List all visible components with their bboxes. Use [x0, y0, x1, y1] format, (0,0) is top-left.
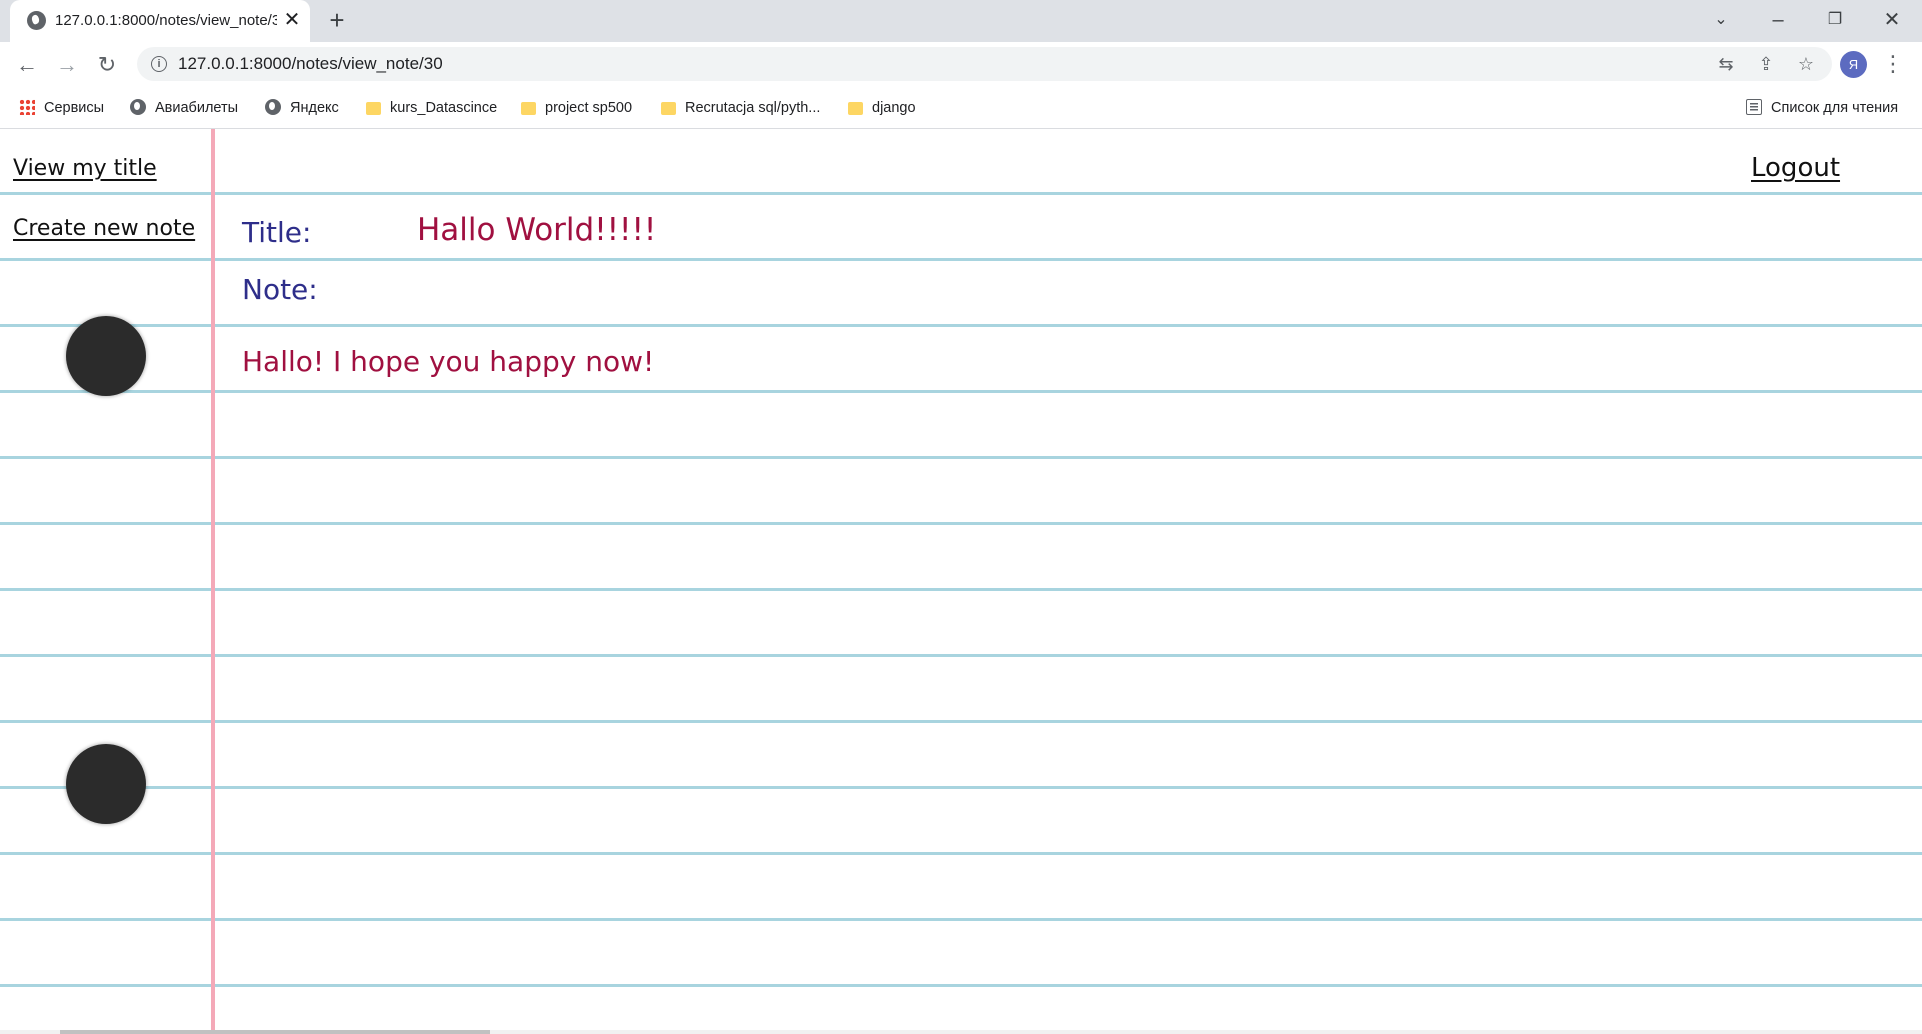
close-window-icon[interactable]: ✕ [1872, 6, 1912, 34]
bookmarks-bar: Сервисы Авиабилеты Яндекс kurs_Datascinc… [0, 87, 1922, 129]
create-new-note-link[interactable]: Create new note [13, 216, 195, 241]
bookmark-yandex[interactable]: Яндекс [265, 97, 339, 119]
bookmark-label: kurs_Datascince [390, 100, 498, 116]
horizontal-scrollbar[interactable] [0, 1030, 1922, 1034]
address-bar[interactable]: i 127.0.0.1:8000/notes/view_note/30 ⇆ ⇪ … [137, 47, 1832, 81]
view-my-title-link[interactable]: View my title [13, 156, 157, 181]
reading-list-label: Список для чтения [1771, 100, 1899, 116]
folder-icon [848, 102, 863, 115]
bookmark-label: Авиабилеты [155, 100, 239, 116]
browser-menu-icon[interactable]: ⋮ [1882, 50, 1904, 78]
folder-icon [521, 102, 536, 115]
restore-icon[interactable]: ❐ [1815, 6, 1855, 34]
apps-icon [19, 99, 35, 115]
binder-hole [66, 316, 146, 396]
folder-icon [661, 102, 676, 115]
active-tab[interactable]: 127.0.0.1:8000/notes/view_note/30 ✕ [10, 0, 310, 42]
binder-hole [66, 744, 146, 824]
scrollbar-thumb[interactable] [60, 1030, 490, 1034]
bookmark-label: Сервисы [44, 100, 105, 116]
note-body: Hallo! I hope you happy now! [242, 345, 655, 378]
close-tab-icon[interactable]: ✕ [281, 9, 303, 31]
profile-avatar[interactable]: Я [1840, 51, 1867, 78]
bookmark-label: project sp500 [545, 100, 633, 116]
bookmark-kurs-datascince[interactable]: kurs_Datascince [366, 97, 497, 119]
reading-list-icon [1746, 99, 1762, 115]
forward-arrow-icon[interactable]: → [52, 50, 82, 80]
logout-link[interactable]: Logout [1751, 153, 1840, 183]
globe-icon [265, 99, 281, 115]
bookmark-project-sp500[interactable]: project sp500 [521, 97, 632, 119]
share-icon[interactable]: ⇪ [1754, 53, 1778, 75]
tab-search-chevron-icon[interactable]: ⌄ [1701, 6, 1741, 34]
notebook-page: View my title Create new note Logout Tit… [0, 129, 1922, 1034]
margin-line [211, 129, 215, 1034]
new-tab-button[interactable]: + [324, 7, 350, 34]
note-title: Hallo World!!!!! [417, 212, 657, 248]
bookmark-label: django [872, 100, 916, 116]
folder-icon [366, 102, 381, 115]
globe-icon [130, 99, 146, 115]
bookmark-star-icon[interactable]: ☆ [1794, 53, 1818, 75]
tab-title: 127.0.0.1:8000/notes/view_note/30 [55, 12, 277, 29]
bookmark-services[interactable]: Сервисы [19, 97, 104, 119]
reload-icon[interactable]: ↻ [92, 50, 122, 80]
bookmark-aviabilety[interactable]: Авиабилеты [130, 97, 238, 119]
minimize-icon[interactable]: – [1758, 6, 1798, 34]
note-label: Note: [242, 273, 318, 306]
title-label: Title: [242, 216, 312, 249]
bookmark-django[interactable]: django [848, 97, 916, 119]
browser-toolbar: ← → ↻ i 127.0.0.1:8000/notes/view_note/3… [0, 42, 1922, 87]
translate-icon[interactable]: ⇆ [1714, 53, 1738, 75]
globe-icon [27, 11, 46, 30]
site-info-icon[interactable]: i [151, 56, 167, 72]
bookmark-label: Recrutacja sql/pyth... [685, 100, 821, 116]
bookmark-label: Яндекс [290, 100, 339, 116]
reading-list-button[interactable]: Список для чтения [1746, 97, 1898, 119]
bookmark-recrutacja[interactable]: Recrutacja sql/pyth... [661, 97, 820, 119]
address-url[interactable]: 127.0.0.1:8000/notes/view_note/30 [178, 54, 443, 74]
back-arrow-icon[interactable]: ← [12, 50, 42, 80]
tab-strip: 127.0.0.1:8000/notes/view_note/30 ✕ + ⌄ … [0, 0, 1922, 42]
